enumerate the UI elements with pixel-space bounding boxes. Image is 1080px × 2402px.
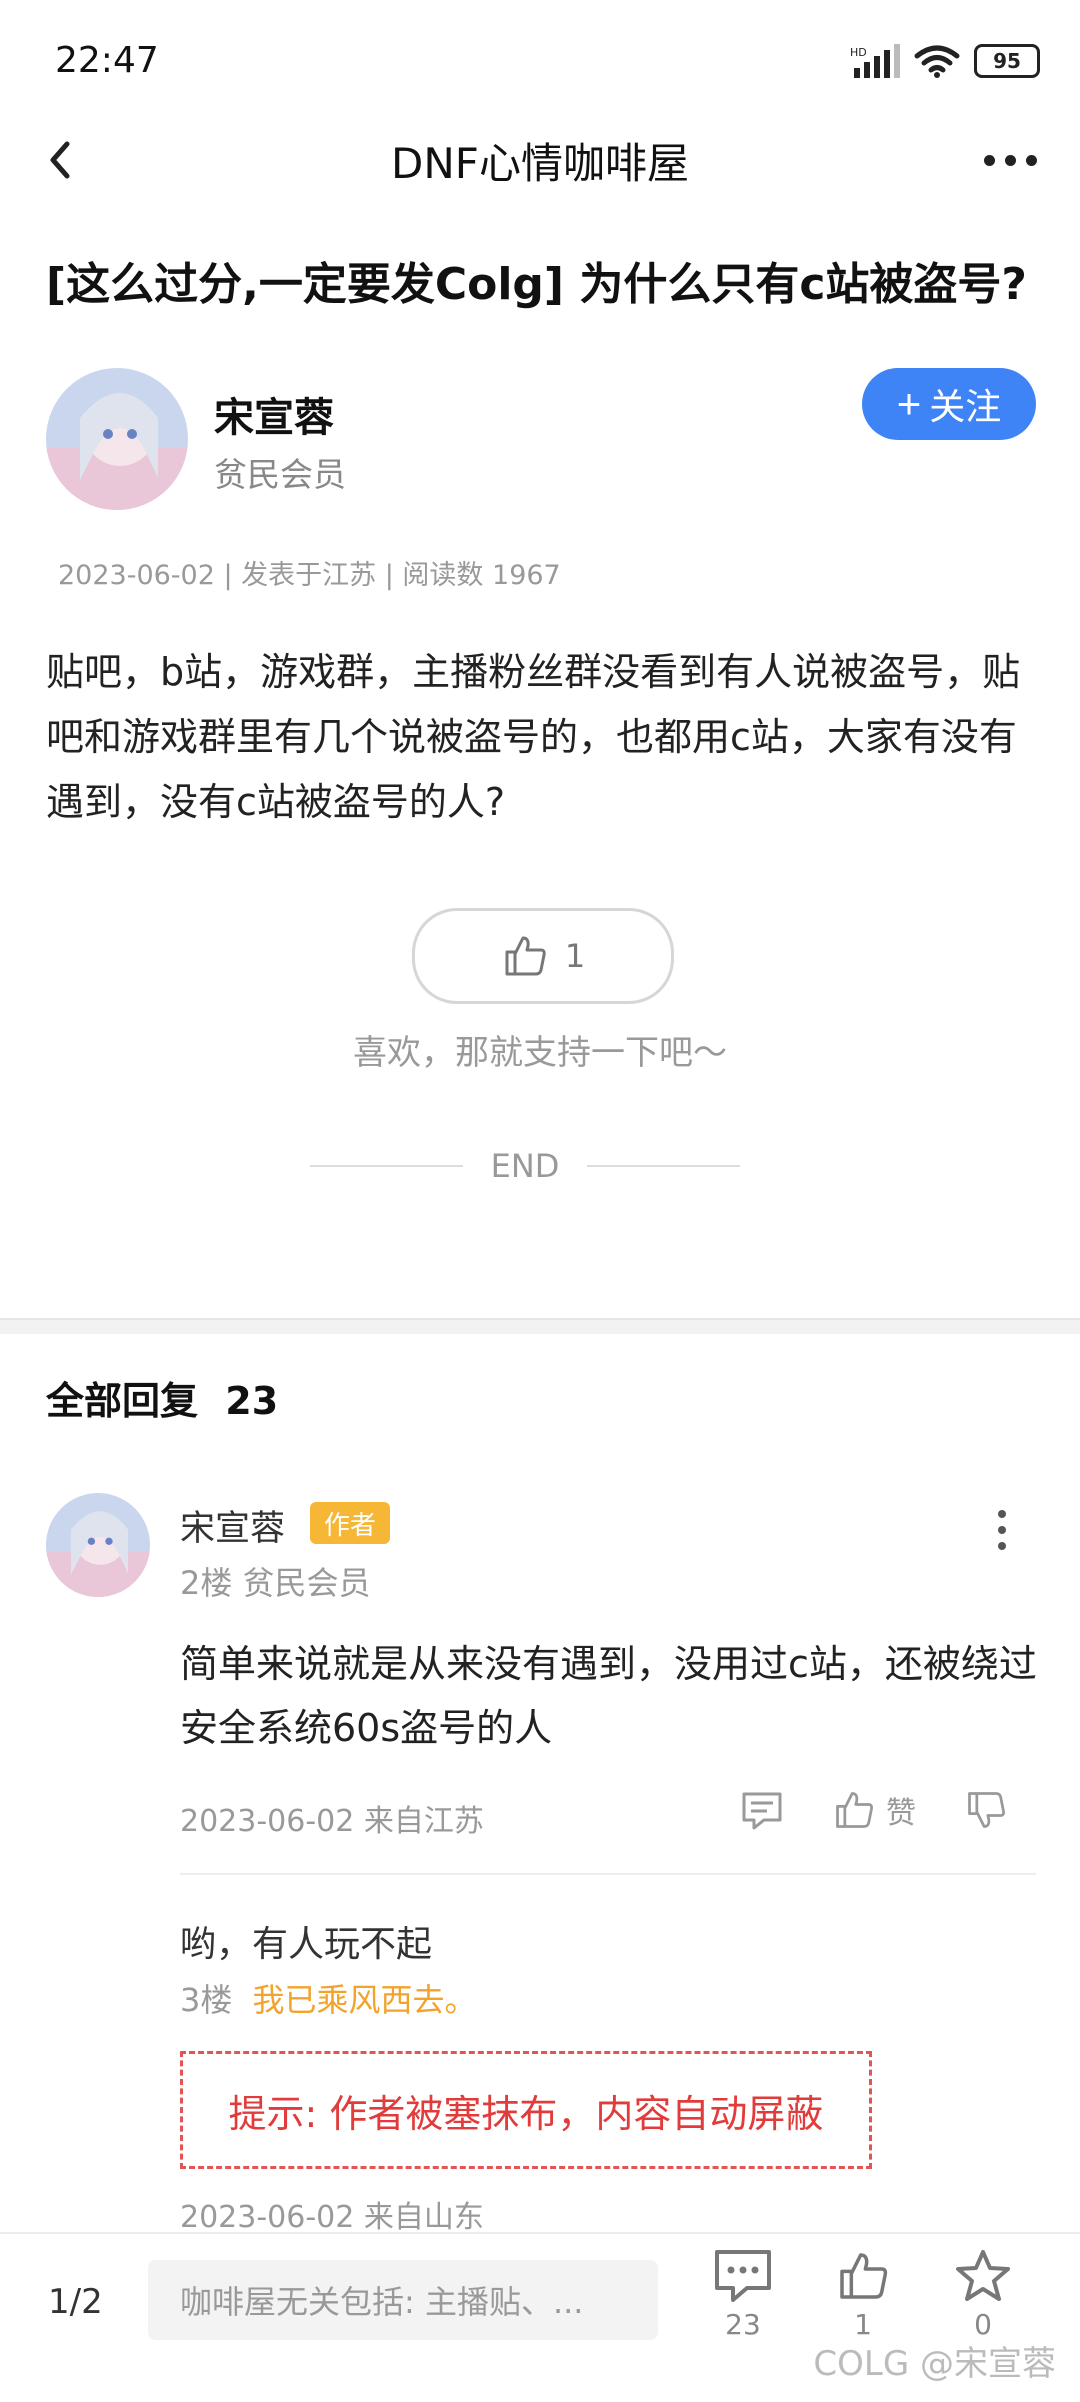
end-line-left <box>310 1165 463 1167</box>
post-title: [这么过分,一定要发Colg] 为什么只有c站被盗号? <box>46 259 1027 310</box>
section-divider <box>0 1318 1080 1334</box>
comment-icon <box>742 1792 782 1830</box>
reply-content: 简单来说就是从来没有遇到，没用过c站，还被绕过安全系统60s盗号的人 <box>180 1642 1037 1750</box>
sub-reply-separator <box>180 1873 1036 1875</box>
end-marker: END <box>310 1147 741 1185</box>
reply-avatar[interactable] <box>46 1493 150 1597</box>
sub-reply-author[interactable]: 我已乘风西去。 <box>253 1981 477 2019</box>
page-indicator[interactable]: 1/2 <box>48 2282 103 2322</box>
thumbs-up-icon <box>836 1792 873 1828</box>
page-title: DNF心情咖啡屋 <box>391 139 689 188</box>
replies-count: 23 <box>225 1379 279 1423</box>
reply-more-button[interactable] <box>984 1500 1020 1560</box>
battery-indicator: 95 <box>974 44 1040 78</box>
end-line-right <box>587 1165 741 1167</box>
dot-icon <box>998 1542 1006 1550</box>
sub-reply-floor-number: 3楼 <box>180 1981 233 2019</box>
reply-like-label: 赞 <box>886 1796 916 1831</box>
like-bottom-button[interactable]: 1 <box>818 2248 908 2341</box>
author-name[interactable]: 宋宣蓉 <box>214 385 334 443</box>
reply-meta: 2023-06-02 来自江苏 <box>180 1804 484 1839</box>
comments-count: 23 <box>725 2308 761 2341</box>
reply-actions: 赞 <box>740 1788 1008 1832</box>
status-icons: HD 95 <box>850 44 1040 78</box>
thumbs-up-icon <box>840 2253 888 2299</box>
replies-header-label: 全部回复 <box>46 1379 199 1423</box>
svg-text:HD: HD <box>850 46 867 59</box>
reply-dislike-button[interactable] <box>964 1788 1008 1832</box>
star-icon <box>956 2250 1010 2301</box>
reply-floor-level: 2楼 贫民会员 <box>180 1564 371 1602</box>
signal-icon: HD <box>850 44 900 78</box>
author-level: 贫民会员 <box>214 455 346 494</box>
replies-header: 全部回复 23 <box>46 1370 278 1425</box>
comment-icon <box>715 2250 771 2302</box>
favorite-button[interactable]: 0 <box>938 2248 1028 2341</box>
reply-author-name[interactable]: 宋宣蓉 <box>180 1500 285 1551</box>
blocked-content-notice: 提示: 作者被塞抹布，内容自动屏蔽 <box>180 2051 872 2169</box>
dot-icon <box>1025 154 1037 166</box>
sub-reply-floor: 3楼 我已乘风西去。 <box>180 1975 477 2021</box>
thumbs-up-icon <box>505 936 546 976</box>
author-badge: 作者 <box>310 1502 390 1544</box>
follow-button[interactable]: + 关注 <box>862 368 1036 440</box>
like-hint: 喜欢，那就支持一下吧～ <box>353 1033 727 1073</box>
reply-input[interactable]: 咖啡屋无关包括: 主播贴、... <box>148 2260 658 2340</box>
plus-icon: + <box>896 380 922 427</box>
follow-label: 关注 <box>929 386 1002 427</box>
dot-icon <box>998 1526 1006 1534</box>
comments-button[interactable]: 23 <box>698 2248 788 2341</box>
wifi-icon <box>914 45 960 78</box>
sub-reply-meta: 2023-06-02 来自山东 <box>180 2200 484 2235</box>
like-count: 1 <box>564 937 586 975</box>
reply-comment-button[interactable] <box>740 1788 784 1832</box>
more-options-button[interactable] <box>970 130 1050 190</box>
post-meta: 2023-06-02 | 发表于江苏 | 阅读数 1967 <box>58 560 561 591</box>
watermark: COLG @宋宣蓉 <box>813 2344 1056 2384</box>
reply-like-button[interactable]: 赞 <box>832 1788 916 1832</box>
post-body: 贴吧，b站，游戏群，主播粉丝群没看到有人说被盗号，贴吧和游戏群里有几个说被盗号的… <box>46 650 1021 824</box>
dot-icon <box>1004 154 1016 166</box>
dot-icon <box>983 154 995 166</box>
end-label: END <box>490 1147 560 1185</box>
dot-icon <box>998 1510 1006 1518</box>
sub-reply-content: 哟，有人玩不起 <box>180 1924 433 1965</box>
thumbs-down-icon <box>968 1792 1005 1828</box>
status-time: 22:47 <box>55 40 159 81</box>
author-avatar[interactable] <box>46 368 188 510</box>
like-button[interactable]: 1 <box>412 908 674 1004</box>
